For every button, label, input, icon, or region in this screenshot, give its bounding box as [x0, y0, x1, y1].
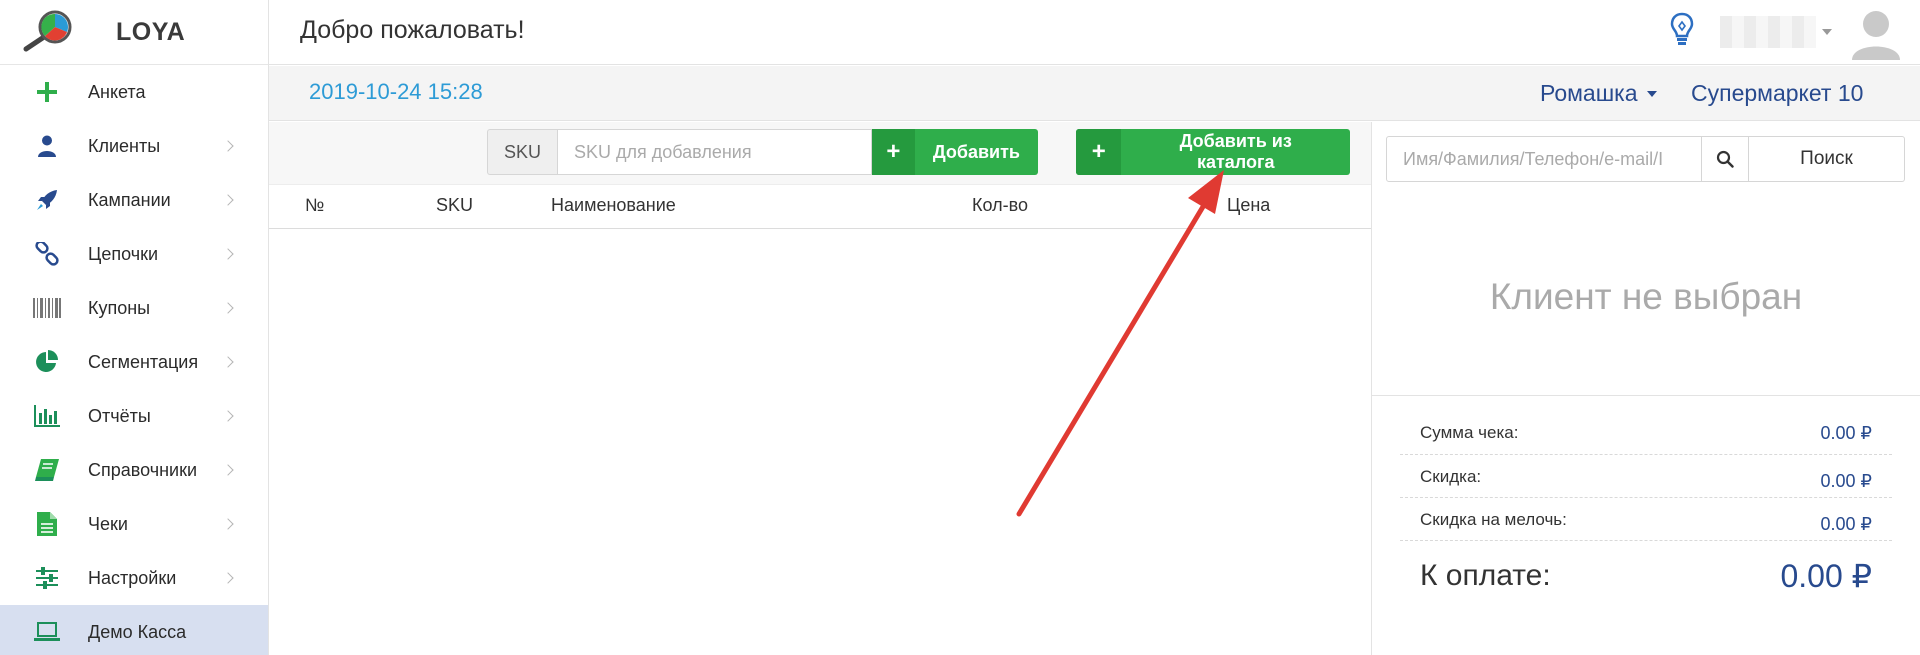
column-name[interactable]: Наименование [551, 195, 676, 216]
sidebar-item-label: Кампании [88, 189, 171, 210]
bar-chart-icon [32, 401, 62, 431]
sidebar-item-label: Купоны [88, 297, 151, 318]
column-sku[interactable]: SKU [436, 195, 473, 216]
sidebar-item-settings[interactable]: Настройки [0, 551, 268, 605]
chain-icon [32, 239, 62, 269]
search-button[interactable]: Поиск [1749, 136, 1905, 182]
logo-text: LOYA [116, 17, 186, 46]
total-row-discount: Скидка: 0.00 ₽ [1400, 455, 1892, 498]
payable-label: К оплате: [1420, 559, 1551, 592]
no-client-message: Клиент не выбран [1489, 275, 1803, 317]
chevron-right-icon [222, 302, 234, 314]
sidebar-item-reports[interactable]: Отчёты [0, 389, 268, 443]
logo-bar[interactable]: LOYA [0, 0, 268, 65]
sum-label: Сумма чека: [1420, 423, 1519, 442]
page-title: Добро пожаловать! [300, 16, 525, 44]
pie-chart-icon [32, 347, 62, 377]
sub-header: 2019-10-24 15:28 Ромашка Супермаркет 10 [269, 66, 1920, 121]
chevron-right-icon [222, 140, 234, 152]
store-selector[interactable]: Ромашка [1540, 80, 1657, 107]
chevron-right-icon [222, 464, 234, 476]
search-icon[interactable] [1702, 136, 1749, 182]
receipt-totals: Сумма чека: 0.00 ₽ Скидка: 0.00 ₽ Скидка… [1400, 412, 1892, 601]
chevron-right-icon [222, 410, 234, 422]
laptop-icon [32, 617, 62, 647]
current-datetime: 2019-10-24 15:28 [309, 79, 483, 104]
sidebar-item-coupons[interactable]: Купоны [0, 281, 268, 335]
avatar[interactable] [1848, 6, 1904, 60]
payable-value: 0.00 ₽ [1780, 558, 1872, 594]
client-search-input[interactable] [1386, 136, 1702, 182]
column-price[interactable]: Цена [1227, 195, 1270, 216]
chevron-right-icon [222, 194, 234, 206]
change-discount-label: Скидка на мелочь: [1420, 510, 1567, 529]
sidebar-item-label: Сегментация [88, 351, 199, 372]
sidebar-item-anketa[interactable]: Анкета [0, 65, 268, 119]
chevron-right-icon [222, 572, 234, 584]
sku-addon-label: SKU [487, 129, 557, 175]
sidebar-item-label: Отчёты [88, 405, 151, 426]
total-row-sum: Сумма чека: 0.00 ₽ [1400, 412, 1892, 455]
sidebar-item-label: Клиенты [88, 135, 161, 156]
plus-icon: + [872, 129, 915, 175]
client-search: Поиск [1386, 136, 1905, 182]
lightbulb-icon[interactable] [1670, 12, 1694, 53]
sidebar-item-label: Цепочки [88, 243, 158, 264]
column-quantity[interactable]: Кол-во [972, 195, 1028, 216]
barcode-icon [32, 293, 62, 323]
chevron-right-icon [222, 248, 234, 260]
discount-value: 0.00 ₽ [1820, 471, 1873, 491]
sidebar-item-clients[interactable]: Клиенты [0, 119, 268, 173]
sum-value: 0.00 ₽ [1820, 423, 1873, 443]
sidebar-item-label: Демо Касса [88, 621, 187, 642]
chevron-right-icon [222, 356, 234, 368]
sidebar-item-directories[interactable]: Справочники [0, 443, 268, 497]
book-icon [32, 455, 62, 485]
document-icon [32, 509, 62, 539]
chevron-down-icon[interactable] [1822, 29, 1832, 35]
sidebar-menu: Анкета Клиенты Кампании Цепочки Купоны С… [0, 65, 268, 655]
change-discount-value: 0.00 ₽ [1820, 514, 1873, 534]
logo-icon [20, 9, 78, 55]
sidebar-item-campaigns[interactable]: Кампании [0, 173, 268, 227]
add-from-catalog-button[interactable]: + Добавить из каталога [1076, 129, 1350, 175]
sidebar-item-label: Настройки [88, 567, 177, 588]
sidebar-item-receipts[interactable]: Чеки [0, 497, 268, 551]
chevron-down-icon [1646, 90, 1657, 97]
sku-input[interactable] [557, 129, 872, 175]
sidebar: LOYA Анкета Клиенты Кампании Цепочки Куп… [0, 0, 269, 655]
rocket-icon [32, 185, 62, 215]
client-info: Клиент не выбран [1372, 198, 1920, 396]
sidebar-item-label: Чеки [88, 513, 128, 534]
chevron-right-icon [222, 518, 234, 530]
plus-icon: + [1076, 129, 1122, 175]
client-panel: Поиск Клиент не выбран Сумма чека: 0.00 … [1372, 122, 1920, 655]
total-row-change-discount: Скидка на мелочь: 0.00 ₽ [1400, 498, 1892, 541]
sidebar-item-segmentation[interactable]: Сегментация [0, 335, 268, 389]
sidebar-item-demo-cashier[interactable]: Демо Касса [0, 605, 268, 655]
user-name-redacted[interactable] [1720, 16, 1816, 48]
receipt-panel: SKU + Добавить + Добавить из каталога № … [269, 122, 1372, 655]
shop-link[interactable]: Супермаркет 10 [1691, 80, 1863, 107]
add-from-catalog-label: Добавить из каталога [1179, 131, 1292, 172]
sidebar-item-label: Справочники [88, 459, 198, 480]
app-root: LOYA Анкета Клиенты Кампании Цепочки Куп… [0, 0, 1920, 655]
store-name: Ромашка [1540, 80, 1638, 106]
top-header: Добро пожаловать! [269, 0, 1920, 65]
sliders-icon [32, 563, 62, 593]
column-number[interactable]: № [305, 195, 324, 216]
user-icon [32, 131, 62, 161]
add-button[interactable]: + Добавить [872, 129, 1038, 175]
items-table-header: № SKU Наименование Кол-во Цена [269, 185, 1371, 229]
sidebar-item-chains[interactable]: Цепочки [0, 227, 268, 281]
discount-label: Скидка: [1420, 467, 1482, 486]
sidebar-item-label: Анкета [88, 81, 146, 102]
add-button-label: Добавить [932, 141, 1020, 162]
plus-icon [32, 77, 62, 107]
total-row-payable: К оплате: 0.00 ₽ [1400, 541, 1892, 601]
add-item-toolbar: SKU + Добавить + Добавить из каталога [269, 122, 1371, 185]
